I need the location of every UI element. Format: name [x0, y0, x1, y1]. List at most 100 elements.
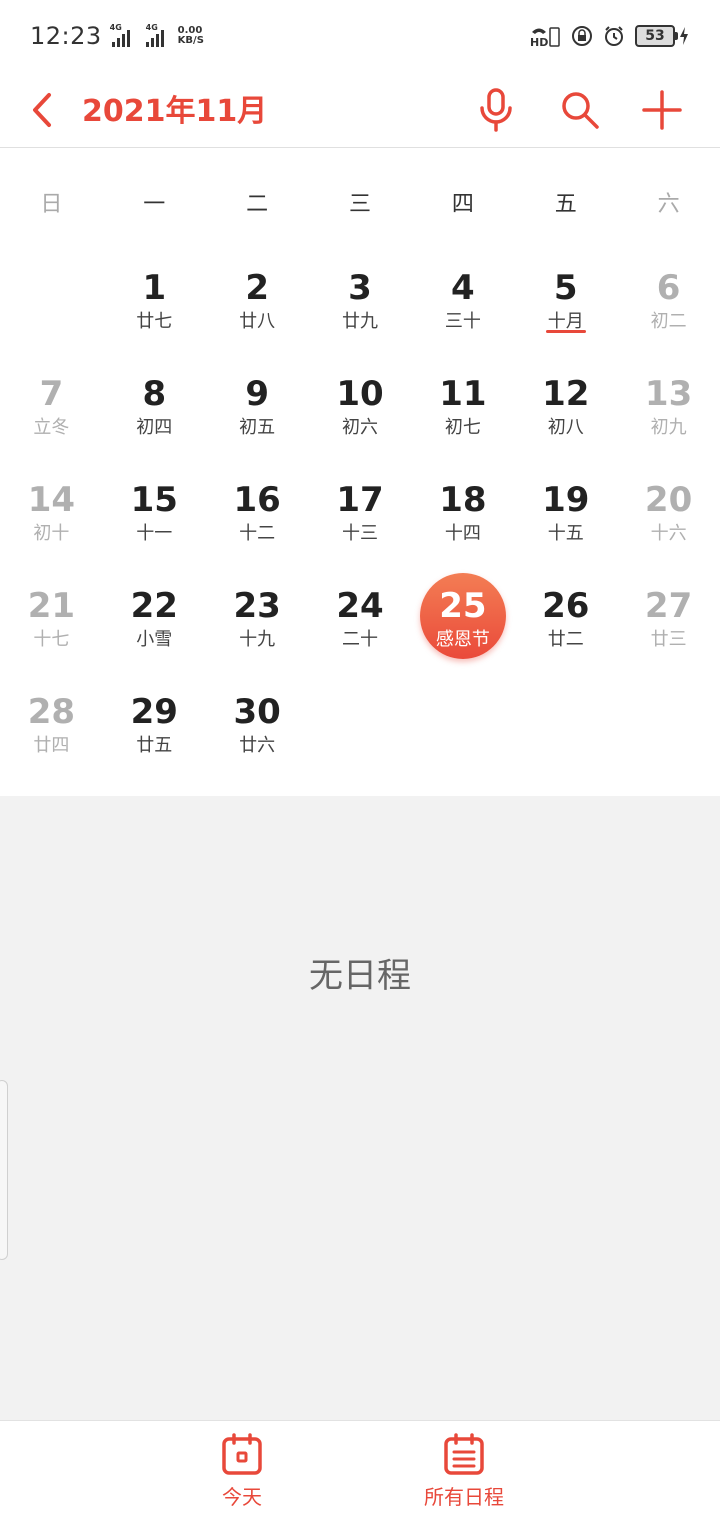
lunar-date: 十一 [136, 523, 173, 544]
search-button[interactable] [550, 80, 610, 140]
day-cell[interactable]: 13 初九 [617, 361, 720, 467]
empty-day-cell [0, 255, 103, 361]
day-cell[interactable]: 11 初七 [411, 361, 514, 467]
day-cell[interactable]: 24 二十 [309, 573, 412, 679]
day-cell[interactable]: 16 十二 [206, 467, 309, 573]
day-number: 21 [27, 586, 76, 626]
weekday-thu: 四 [451, 192, 474, 217]
back-button[interactable] [26, 84, 58, 136]
day-cell[interactable]: 21 十七 [0, 573, 103, 679]
day-cell[interactable]: 18 十四 [411, 467, 514, 573]
day-cell[interactable]: 15 十一 [103, 467, 206, 573]
add-event-button[interactable] [632, 80, 692, 140]
weekday-wed: 三 [349, 192, 372, 217]
day-number: 7 [39, 374, 64, 414]
lunar-date: 十四 [444, 523, 481, 544]
day-cell-today[interactable]: 5 十月 [514, 255, 617, 361]
lunar-date: 十月 [547, 311, 584, 332]
day-cell[interactable]: 6 初二 [617, 255, 720, 361]
day-cell[interactable]: 20 十六 [617, 467, 720, 573]
weekday-sun: 日 [40, 192, 63, 217]
day-cell[interactable]: 9 初五 [206, 361, 309, 467]
month-title[interactable]: 2021年11月 [82, 86, 267, 130]
lunar-date: 十二 [239, 523, 276, 544]
network-speed: 0.00 KB/S [178, 26, 204, 46]
search-icon [562, 92, 599, 129]
day-number: 25 [439, 586, 487, 626]
battery-indicator: 53 [635, 25, 690, 47]
day-cell[interactable]: 1 廿七 [103, 255, 206, 361]
lunar-date: 廿四 [33, 735, 70, 756]
day-cell[interactable]: 17 十三 [309, 467, 412, 573]
day-number: 5 [553, 268, 578, 308]
day-cell[interactable]: 28 廿四 [0, 679, 103, 785]
day-number: 9 [245, 374, 269, 414]
lunar-date: 三十 [444, 311, 481, 332]
day-cell[interactable]: 2 廿八 [206, 255, 309, 361]
lunar-date: 十五 [547, 523, 584, 544]
lunar-date: 廿三 [650, 629, 687, 650]
lunar-date: 小雪 [136, 629, 173, 650]
charging-icon [680, 27, 688, 45]
all-schedules-button[interactable]: 所有日程 [424, 1433, 504, 1510]
day-number: 18 [439, 480, 487, 520]
lunar-date: 十九 [239, 629, 276, 650]
day-cell[interactable]: 8 初四 [103, 361, 206, 467]
lunar-date: 二十 [342, 629, 378, 650]
lunar-date: 十六 [650, 523, 687, 544]
microphone-icon [480, 88, 512, 132]
month-grid: 1 廿七 2 廿八 3 廿九 4 三十 5 十月 6 初二 7 立冬 8 初四 9 初五 10 初六 11 初七 12 初八 1… [0, 255, 720, 785]
calendar-screen: 12:23 4G 4G 0.00 KB/S HD 53 2021年11月 日 一… [0, 0, 720, 1520]
lunar-date: 立冬 [33, 417, 70, 438]
week-row: 1 廿七 2 廿八 3 廿九 4 三十 5 十月 6 初二 [0, 255, 720, 361]
day-cell[interactable]: 10 初六 [309, 361, 412, 467]
bottom-nav: 今天 所有日程 [0, 1420, 720, 1520]
week-row: 14 初十 15 十一 16 十二 17 十三 18 十四 19 十五 20 十六 [0, 467, 720, 573]
speed-unit: KB/S [177, 35, 204, 46]
day-cell[interactable]: 27 廿三 [617, 573, 720, 679]
day-number: 19 [542, 480, 590, 520]
app-header: 2021年11月 [0, 72, 720, 148]
day-number: 26 [542, 586, 590, 626]
weekday-mon: 一 [143, 192, 166, 217]
rotation-lock-icon [572, 26, 592, 46]
lunar-date: 初七 [444, 417, 481, 438]
side-drawer-handle[interactable] [0, 1080, 8, 1260]
network-type-label-2: 4G [145, 23, 158, 32]
lunar-date: 廿二 [547, 629, 584, 650]
day-cell[interactable]: 3 廿九 [309, 255, 412, 361]
empty-day-cell [309, 679, 412, 785]
day-cell-selected[interactable]: 25 感恩节 [411, 573, 514, 679]
day-cell[interactable]: 12 初八 [514, 361, 617, 467]
day-cell[interactable]: 4 三十 [411, 255, 514, 361]
day-number: 20 [644, 480, 693, 520]
network-type-label: 4G [109, 23, 122, 32]
today-button[interactable]: 今天 [222, 1433, 262, 1510]
day-number: 12 [542, 374, 590, 414]
week-row: 7 立冬 8 初四 9 初五 10 初六 11 初七 12 初八 13 初九 [0, 361, 720, 467]
day-number: 22 [130, 586, 178, 626]
day-cell[interactable]: 7 立冬 [0, 361, 103, 467]
week-row: 21 十七 22 小雪 23 十九 24 二十 25 感恩节 26 廿二 27 廿三 [0, 573, 720, 679]
voice-button[interactable] [466, 80, 526, 140]
lunar-date: 初五 [239, 417, 276, 438]
day-number: 15 [130, 480, 178, 520]
day-cell[interactable]: 22 小雪 [103, 573, 206, 679]
empty-schedule-text: 无日程 [309, 956, 411, 996]
day-cell[interactable]: 19 十五 [514, 467, 617, 573]
lunar-date: 廿九 [342, 311, 378, 332]
day-cell[interactable]: 29 廿五 [103, 679, 206, 785]
day-number: 30 [233, 692, 281, 732]
day-cell[interactable]: 26 廿二 [514, 573, 617, 679]
day-number: 11 [439, 374, 487, 414]
week-row: 28 廿四 29 廿五 30 廿六 [0, 679, 720, 785]
lunar-date: 初八 [547, 417, 584, 438]
lunar-date: 初二 [650, 311, 687, 332]
day-cell[interactable]: 23 十九 [206, 573, 309, 679]
day-cell[interactable]: 14 初十 [0, 467, 103, 573]
day-cell[interactable]: 30 廿六 [206, 679, 309, 785]
day-number: 28 [27, 692, 76, 732]
day-number: 10 [336, 374, 384, 414]
status-time: 12:23 [30, 22, 102, 50]
day-number: 1 [142, 268, 167, 308]
